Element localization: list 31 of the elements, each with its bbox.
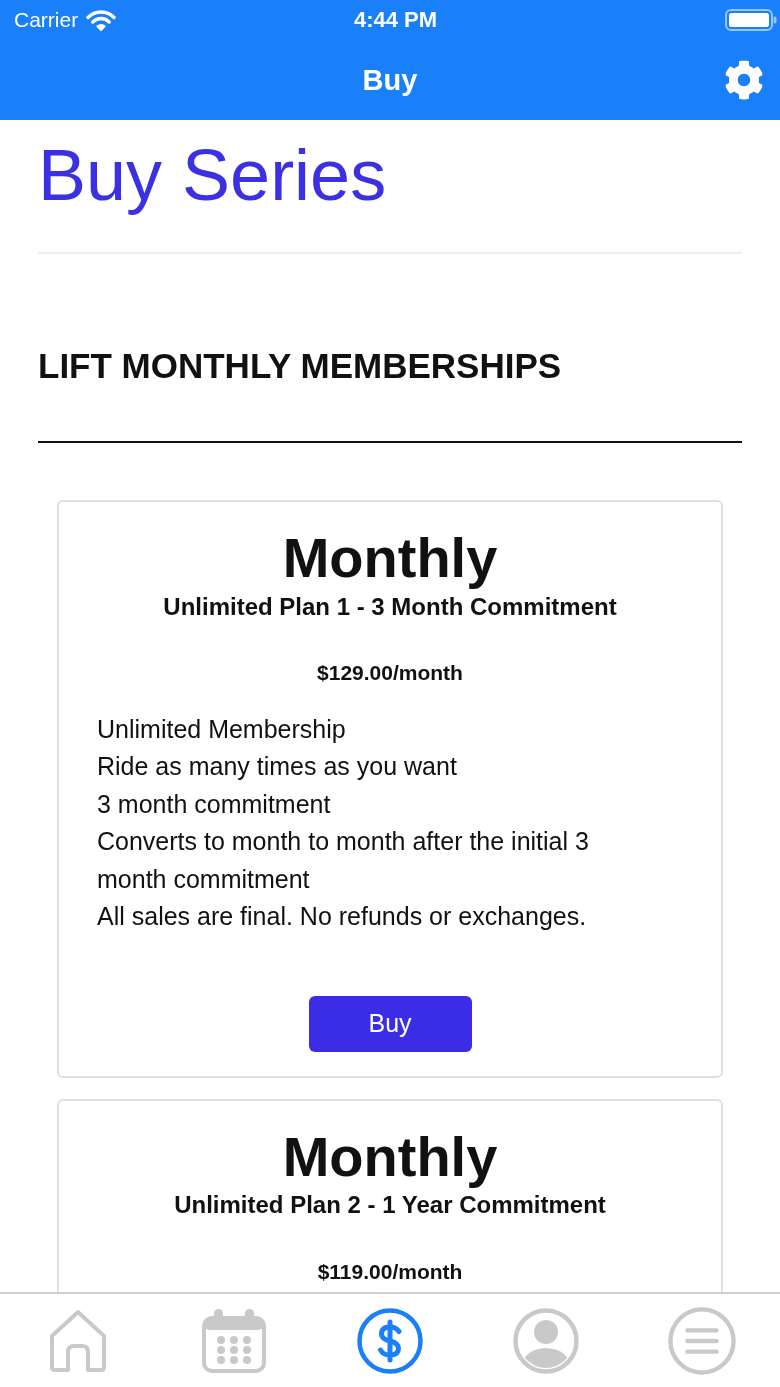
wifi-icon [86, 9, 117, 31]
plan-price: $119.00/month [317, 1258, 463, 1284]
plan-name: Monthly [282, 525, 498, 592]
calendar-icon [201, 1307, 267, 1374]
feature-item: Ride as many times as you want [97, 751, 458, 783]
profile-tab[interactable] [513, 1307, 579, 1374]
calendar-tab[interactable] [201, 1307, 267, 1374]
battery-icon [725, 9, 777, 31]
plan-name: Monthly [282, 1123, 498, 1190]
home-tab[interactable] [48, 1308, 108, 1373]
home-icon [48, 1308, 108, 1373]
settings-button[interactable] [724, 60, 764, 100]
dollar-circle-icon [357, 1307, 423, 1374]
menu-tab[interactable] [668, 1306, 736, 1375]
feature-item: 3 month commitment [97, 788, 332, 820]
nav-title: Buy [362, 63, 418, 97]
section-heading: LIFT MONTHLY MEMBERSHIPS [38, 345, 563, 388]
settings-icon [724, 60, 764, 100]
page-title: Buy Series [38, 134, 388, 217]
feature-item: All sales are final. No refunds or exchanges. [97, 901, 588, 933]
plan-subtitle: Unlimited Plan 2 - 1 Year Commitment [174, 1190, 606, 1220]
profile-icon [513, 1307, 579, 1374]
feature-item: Converts to month to month after the initial 3 month commitment [97, 826, 590, 895]
plan-price: $129.00/month [317, 660, 463, 686]
menu-icon [668, 1306, 736, 1375]
status-time: 4:44 PM [353, 7, 438, 33]
payments-tab[interactable] [357, 1307, 423, 1374]
feature-item: Unlimited Membership [97, 713, 347, 745]
buy-button[interactable]: Buy [308, 995, 472, 1052]
carrier-label: Carrier [14, 8, 79, 32]
plan-subtitle: Unlimited Plan 1 - 3 Month Commitment [163, 592, 617, 622]
